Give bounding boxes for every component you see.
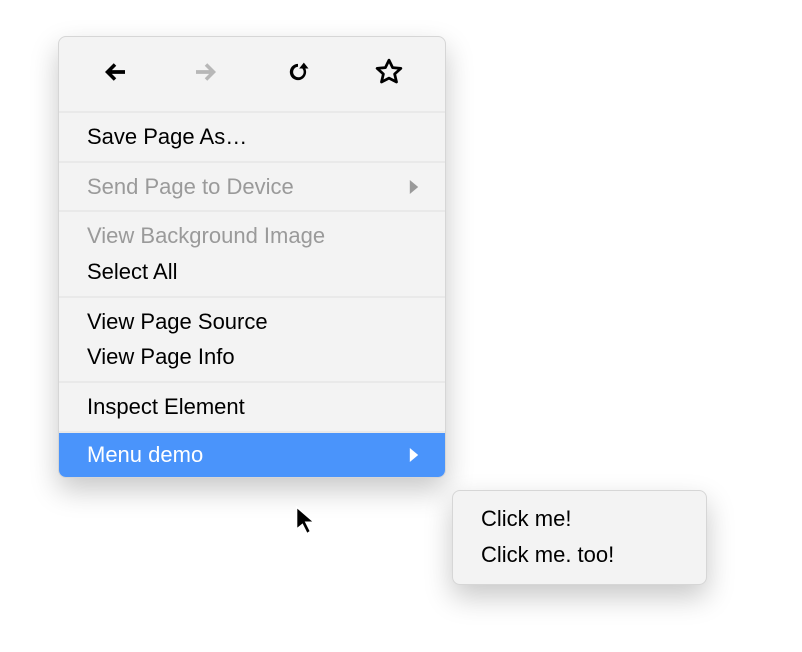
back-button[interactable] bbox=[98, 55, 132, 89]
menu-group: Send Page to Device bbox=[59, 163, 445, 211]
chevron-right-icon bbox=[407, 448, 421, 462]
submenu: Click me! Click me. too! bbox=[452, 490, 707, 585]
menu-group: Save Page As… bbox=[59, 113, 445, 161]
forward-arrow-icon bbox=[191, 57, 221, 87]
menu-item-label: Click me! bbox=[481, 504, 571, 534]
menu-item-menu-demo[interactable]: Menu demo bbox=[59, 433, 445, 477]
submenu-item-click-me[interactable]: Click me! bbox=[453, 501, 706, 537]
cursor-icon bbox=[295, 506, 319, 536]
menu-item-label: View Page Source bbox=[87, 307, 268, 337]
menu-item-select-all[interactable]: Select All bbox=[59, 254, 445, 290]
menu-item-label: View Page Info bbox=[87, 342, 235, 372]
submenu-item-click-me-too[interactable]: Click me. too! bbox=[453, 537, 706, 573]
menu-item-label: Click me. too! bbox=[481, 540, 614, 570]
menu-item-inspect-element[interactable]: Inspect Element bbox=[59, 389, 445, 425]
context-menu: Save Page As… Send Page to Device View B… bbox=[58, 36, 446, 478]
menu-item-send-page-to-device: Send Page to Device bbox=[59, 169, 445, 205]
menu-group: Menu demo bbox=[59, 433, 445, 477]
forward-button[interactable] bbox=[189, 55, 223, 89]
menu-item-view-page-info[interactable]: View Page Info bbox=[59, 339, 445, 375]
reload-button[interactable] bbox=[281, 55, 315, 89]
menu-item-view-background-image: View Background Image bbox=[59, 218, 445, 254]
menu-item-label: Inspect Element bbox=[87, 392, 245, 422]
menu-group: View Page Source View Page Info bbox=[59, 298, 445, 381]
navigation-toolbar bbox=[59, 37, 445, 111]
chevron-right-icon bbox=[407, 180, 421, 194]
menu-item-label: View Background Image bbox=[87, 221, 325, 251]
menu-item-label: Menu demo bbox=[87, 440, 203, 470]
bookmark-button[interactable] bbox=[372, 55, 406, 89]
menu-group: View Background Image Select All bbox=[59, 212, 445, 295]
back-arrow-icon bbox=[100, 57, 130, 87]
reload-icon bbox=[284, 58, 312, 86]
menu-item-view-page-source[interactable]: View Page Source bbox=[59, 304, 445, 340]
menu-item-save-page-as[interactable]: Save Page As… bbox=[59, 119, 445, 155]
menu-item-label: Send Page to Device bbox=[87, 172, 294, 202]
menu-item-label: Save Page As… bbox=[87, 122, 247, 152]
menu-item-label: Select All bbox=[87, 257, 178, 287]
star-icon bbox=[374, 57, 404, 87]
menu-group: Inspect Element bbox=[59, 383, 445, 431]
